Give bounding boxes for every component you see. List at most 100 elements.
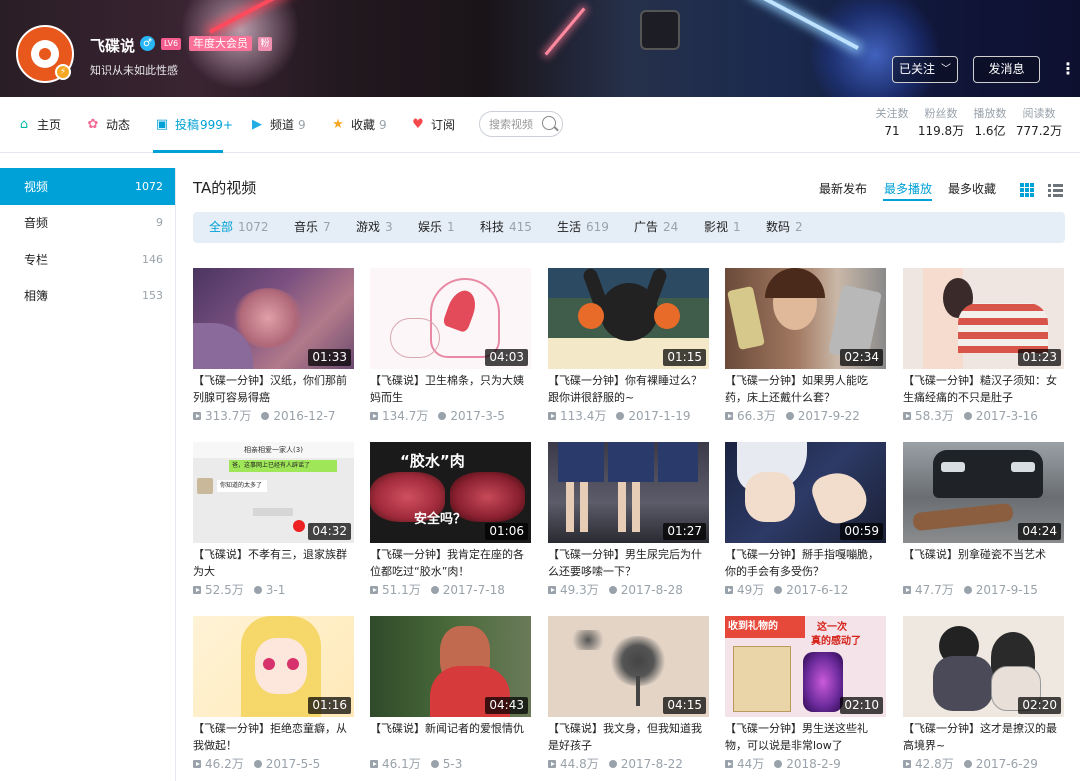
upload-date: 2017-6-29 [975, 757, 1038, 771]
video-card[interactable]: 02:20 【飞碟一分钟】这才是撩汉的最高境界~ 42.8万 2017-6-29 [903, 616, 1064, 776]
upload-date: 2016-12-7 [273, 409, 336, 423]
search-icon[interactable] [542, 116, 556, 130]
video-thumbnail[interactable]: 02:20 [903, 616, 1064, 717]
filter-label: 全部 [209, 220, 234, 234]
video-card[interactable]: “胶水”肉 安全吗？ 01:06 【飞碟一分钟】我肯定在座的各位都吃过“胶水”肉… [370, 442, 531, 602]
video-card[interactable]: 01:23 【飞碟一分钟】糙汉子须知：女生痛经痛的不只是肚子 58.3万 2017… [903, 268, 1064, 428]
video-thumbnail[interactable]: 相亲相爱一家人(3) 爸，这事网上已经有人辟谣了 你知道的太多了 04:32 [193, 442, 354, 543]
video-thumbnail[interactable]: 04:43 [370, 616, 531, 717]
filter-ads[interactable]: 广告 24 [634, 212, 678, 243]
sidebar-item-count: 146 [142, 252, 163, 266]
search-input[interactable] [489, 117, 541, 131]
filter-all[interactable]: 全部 1072 [209, 212, 269, 243]
video-title[interactable]: 【飞碟一分钟】这才是撩汉的最高境界~ [903, 720, 1064, 754]
feed-icon: ✿ [87, 116, 99, 132]
filter-game[interactable]: 游戏 3 [356, 212, 393, 243]
video-card[interactable]: 相亲相爱一家人(3) 爸，这事网上已经有人辟谣了 你知道的太多了 04:32 【… [193, 442, 354, 602]
filter-tech[interactable]: 科技 415 [480, 212, 532, 243]
video-title[interactable]: 【飞碟说】卫生棉条，只为大姨妈而生 [370, 372, 531, 406]
video-duration: 04:43 [485, 697, 528, 714]
filter-count: 3 [385, 220, 393, 234]
upload-icon: ▣ [155, 116, 169, 132]
filter-digital[interactable]: 数码 2 [766, 212, 803, 243]
video-title[interactable]: 【飞碟一分钟】男生送这些礼物，可以说是非常low了 [725, 720, 886, 754]
clock-icon [608, 586, 617, 594]
video-card[interactable]: 04:03 【飞碟说】卫生棉条，只为大姨妈而生 134.7万 2017-3-5 [370, 268, 531, 428]
filter-entertainment[interactable]: 娱乐 1 [418, 212, 455, 243]
video-title[interactable]: 【飞碟说】新闻记者的爱恨情仇 [370, 720, 531, 754]
video-card[interactable]: 04:43 【飞碟说】新闻记者的爱恨情仇 46.1万 5-3 [370, 616, 531, 776]
stat-value: 777.2万 [1015, 124, 1063, 138]
filter-life[interactable]: 生活 619 [557, 212, 609, 243]
video-card[interactable]: 01:16 【飞碟一分钟】拒绝恋童癖，从我做起！ 46.2万 2017-5-5 [193, 616, 354, 776]
video-thumbnail[interactable]: 00:59 [725, 442, 886, 543]
video-title[interactable]: 【飞碟一分钟】拒绝恋童癖，从我做起！ [193, 720, 354, 754]
video-card[interactable]: 00:59 【飞碟一分钟】掰手指嘎嘣脆，你的手会有多受伤？ 49万 2017-6-… [725, 442, 886, 602]
video-card[interactable]: 01:27 【飞碟一分钟】男生尿完后为什么还要哆嗦一下？ 49.3万 2017-8… [548, 442, 709, 602]
send-message-button[interactable]: 发消息 [973, 56, 1040, 83]
video-card[interactable]: 04:24 【飞碟说】别拿碰瓷不当艺术 47.7万 2017-9-15 [903, 442, 1064, 602]
play-count-icon [193, 760, 201, 768]
video-card[interactable]: 02:34 【飞碟一分钟】如果男人能吃药，床上还戴什么套？ 66.3万 2017-… [725, 268, 886, 428]
sidebar-item-video[interactable]: 视频 1072 [0, 168, 175, 205]
video-thumbnail[interactable]: 收到礼物的 这一次 真的感动了 02:10 [725, 616, 886, 717]
video-title[interactable]: 【飞碟一分钟】糙汉子须知：女生痛经痛的不只是肚子 [903, 372, 1064, 406]
tab-home[interactable]: ⌂ 主页 [16, 97, 61, 152]
play-count: 44.8万 [560, 757, 599, 771]
video-title[interactable]: 【飞碟说】不孝有三，退家族群为大 [193, 546, 354, 580]
video-thumbnail[interactable]: 01:33 [193, 268, 354, 369]
video-title[interactable]: 【飞碟一分钟】你有裸睡过么？跟你讲很舒服的~ [548, 372, 709, 406]
video-thumbnail[interactable]: 01:23 [903, 268, 1064, 369]
fan-medal-badge[interactable]: 粉 [258, 37, 272, 51]
video-thumbnail[interactable]: 01:27 [548, 442, 709, 543]
tab-favorites[interactable]: ★ 收藏 9 [330, 97, 386, 152]
video-duration: 01:16 [308, 697, 351, 714]
filter-label: 科技 [480, 220, 505, 234]
clock-icon [963, 760, 972, 768]
video-card[interactable]: 04:15 【飞碟说】我文身，但我知道我是好孩子 44.8万 2017-8-22 [548, 616, 709, 776]
banner-robot [640, 10, 680, 50]
filter-music[interactable]: 音乐 7 [294, 212, 331, 243]
video-card[interactable]: 01:33 【飞碟一分钟】汉纸，你们那前列腺可容易得癌 313.7万 2016-1… [193, 268, 354, 428]
video-title[interactable]: 【飞碟一分钟】汉纸，你们那前列腺可容易得癌 [193, 372, 354, 406]
sort-most-favorited[interactable]: 最多收藏 [948, 180, 996, 197]
grid-view-icon[interactable] [1020, 183, 1034, 197]
sidebar-item-count: 9 [156, 216, 163, 230]
list-view-icon[interactable] [1048, 183, 1063, 197]
video-title[interactable]: 【飞碟一分钟】掰手指嘎嘣脆，你的手会有多受伤？ [725, 546, 886, 580]
level-badge[interactable]: LV6 [161, 38, 182, 50]
sidebar-item-articles[interactable]: 专栏 146 [0, 241, 175, 278]
filter-film[interactable]: 影视 1 [704, 212, 741, 243]
video-title[interactable]: 【飞碟一分钟】我肯定在座的各位都吃过“胶水”肉！ [370, 546, 531, 580]
video-thumbnail[interactable]: 02:34 [725, 268, 886, 369]
video-meta: 113.4万 2017-1-19 [548, 407, 709, 423]
sidebar-item-albums[interactable]: 相簿 153 [0, 278, 175, 315]
tab-feed[interactable]: ✿ 动态 [85, 97, 130, 152]
video-title[interactable]: 【飞碟说】别拿碰瓷不当艺术 [903, 546, 1064, 580]
tab-uploads[interactable]: ▣ 投稿 999+ [154, 97, 233, 152]
video-thumbnail[interactable]: 01:16 [193, 616, 354, 717]
video-thumbnail[interactable]: 01:15 [548, 268, 709, 369]
upload-date: 2017-3-16 [975, 409, 1038, 423]
video-thumbnail[interactable]: 04:03 [370, 268, 531, 369]
followed-button[interactable]: 已关注 ﹀ [892, 56, 958, 83]
video-title[interactable]: 【飞碟一分钟】如果男人能吃药，床上还戴什么套？ [725, 372, 886, 406]
video-meta: 51.1万 2017-7-18 [370, 581, 531, 597]
video-card[interactable]: 01:15 【飞碟一分钟】你有裸睡过么？跟你讲很舒服的~ 113.4万 2017-… [548, 268, 709, 428]
video-title[interactable]: 【飞碟说】我文身，但我知道我是好孩子 [548, 720, 709, 754]
heart-icon: ♥ [412, 116, 424, 132]
video-search[interactable] [479, 111, 563, 137]
video-title[interactable]: 【飞碟一分钟】男生尿完后为什么还要哆嗦一下？ [548, 546, 709, 580]
more-options-icon[interactable]: ⋮ [1060, 58, 1076, 80]
video-card[interactable]: 收到礼物的 这一次 真的感动了 02:10 【飞碟一分钟】男生送这些礼物，可以说… [725, 616, 886, 776]
video-thumbnail[interactable]: “胶水”肉 安全吗？ 01:06 [370, 442, 531, 543]
tab-channels[interactable]: ▶ 频道 9 [249, 97, 306, 152]
vip-badge[interactable]: 年度大会员 [189, 36, 252, 51]
tab-subscriptions[interactable]: ♥ 订阅 [410, 97, 455, 152]
video-thumbnail[interactable]: 04:24 [903, 442, 1064, 543]
video-thumbnail[interactable]: 04:15 [548, 616, 709, 717]
play-count: 52.5万 [205, 583, 244, 597]
sort-most-played[interactable]: 最多播放 [884, 180, 932, 197]
sidebar-item-audio[interactable]: 音频 9 [0, 205, 175, 242]
sort-latest[interactable]: 最新发布 [819, 180, 867, 197]
